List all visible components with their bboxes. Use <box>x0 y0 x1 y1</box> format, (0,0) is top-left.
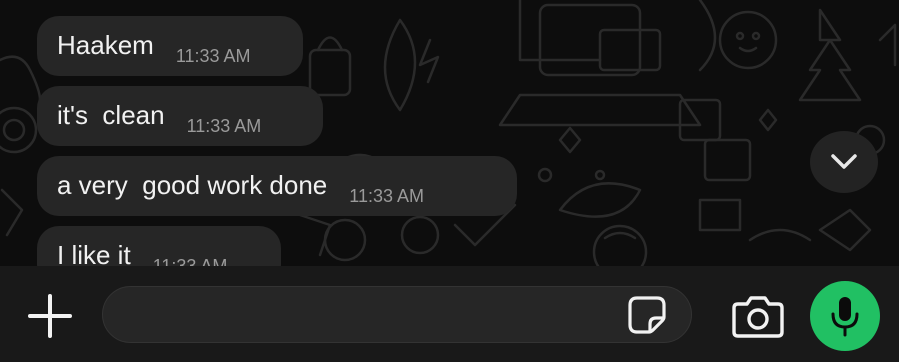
message-bubble[interactable]: it's clean 11:33 AM <box>37 86 323 146</box>
message-text: I like it <box>57 239 131 267</box>
message-text: Haakem <box>57 29 154 60</box>
message-timestamp: 11:33 AM <box>349 185 424 206</box>
message-input[interactable] <box>102 286 692 343</box>
attach-button[interactable] <box>24 290 76 342</box>
chat-area[interactable]: Haakem 11:33 AM it's clean 11:33 AM a ve… <box>0 0 899 266</box>
sticker-button[interactable] <box>626 294 668 336</box>
message-bubble[interactable]: a very good work done 11:33 AM <box>37 156 517 216</box>
message-timestamp: 11:33 AM <box>175 45 251 66</box>
microphone-icon <box>831 297 859 337</box>
chevron-down-icon <box>831 154 857 169</box>
composer-bar <box>0 266 899 362</box>
message-bubble[interactable]: Haakem 11:33 AM <box>37 16 303 76</box>
plus-icon <box>28 294 72 338</box>
camera-button[interactable] <box>730 292 786 340</box>
scroll-to-bottom-button[interactable] <box>810 131 878 193</box>
message-timestamp: 11:33 AM <box>152 255 228 267</box>
message-text: it's clean <box>57 99 165 130</box>
voice-message-button[interactable] <box>810 281 880 351</box>
camera-icon <box>732 296 784 338</box>
message-timestamp: 11:33 AM <box>186 115 262 136</box>
sticker-icon <box>628 296 666 334</box>
message-bubble[interactable]: I like it 11:33 AM <box>37 226 281 266</box>
message-text: a very good work done <box>57 169 328 200</box>
